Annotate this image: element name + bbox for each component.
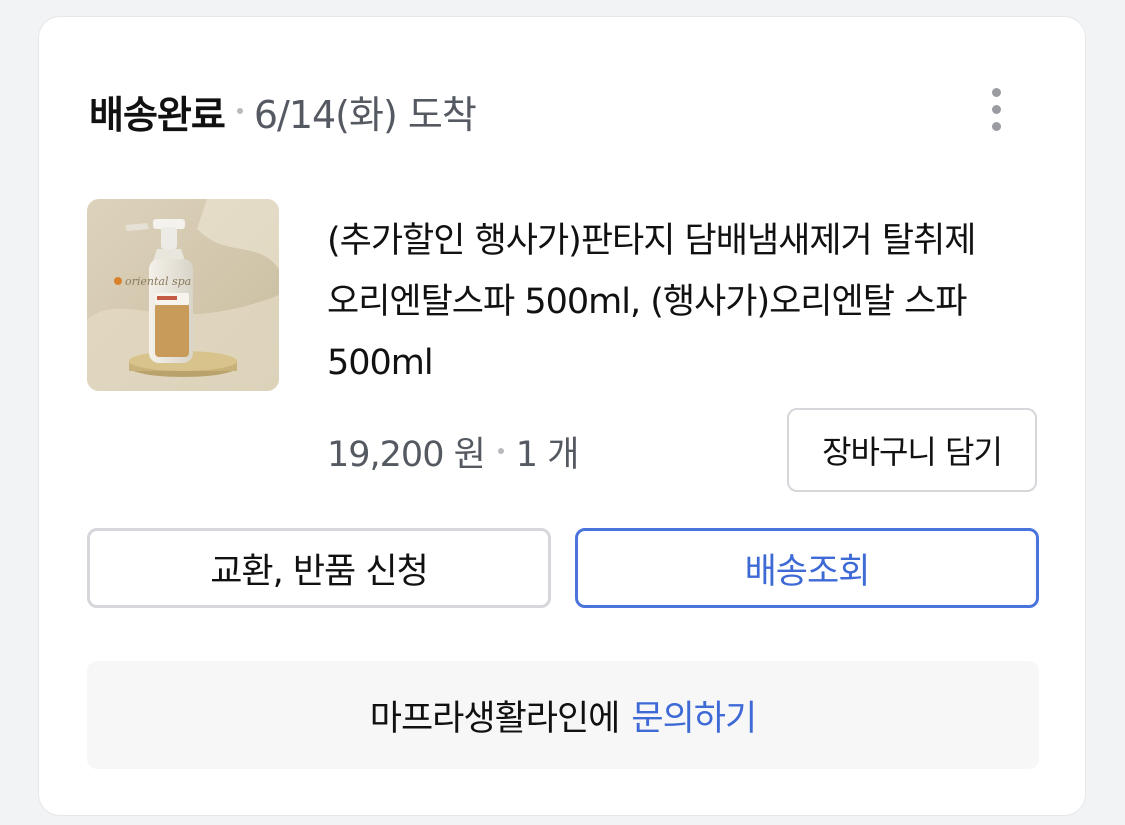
order-card: 배송완료 6/14(화) 도착 oriental spa (추가할인 행사가)판… <box>38 16 1086 816</box>
product-thumbnail[interactable]: oriental spa <box>87 199 279 391</box>
delivery-status: 배송완료 <box>89 92 226 137</box>
seller-name: 마프라생활라인에 <box>369 698 621 739</box>
product-price: 19,200 원 <box>327 434 486 475</box>
product-title[interactable]: (추가할인 행사가)판타지 담배냄새제거 탈취제 오리엔탈스파 500ml, (… <box>327 211 1039 394</box>
order-header: 배송완료 6/14(화) 도착 <box>89 83 477 139</box>
separator-dot <box>236 108 243 114</box>
track-delivery-button[interactable]: 배송조회 <box>575 528 1039 608</box>
more-dot <box>991 121 1001 131</box>
product-image: oriental spa <box>87 199 279 391</box>
add-to-cart-button[interactable]: 장바구니 담기 <box>787 408 1037 492</box>
more-vertical-icon[interactable] <box>969 77 1023 141</box>
more-dot <box>991 87 1001 97</box>
arrival-date: 6/14(화) 도착 <box>253 92 477 137</box>
return-exchange-button[interactable]: 교환, 반품 신청 <box>87 528 551 608</box>
seller-inquiry-bar[interactable]: 마프라생활라인에 문의하기 <box>87 661 1039 769</box>
product-quantity: 1 개 <box>515 434 580 475</box>
separator-dot <box>497 448 504 454</box>
inquiry-link[interactable]: 문의하기 <box>631 690 757 741</box>
price-row: 19,200 원 1 개 <box>327 423 580 479</box>
product-image-text: oriental spa <box>125 275 191 288</box>
more-dot <box>991 104 1001 114</box>
